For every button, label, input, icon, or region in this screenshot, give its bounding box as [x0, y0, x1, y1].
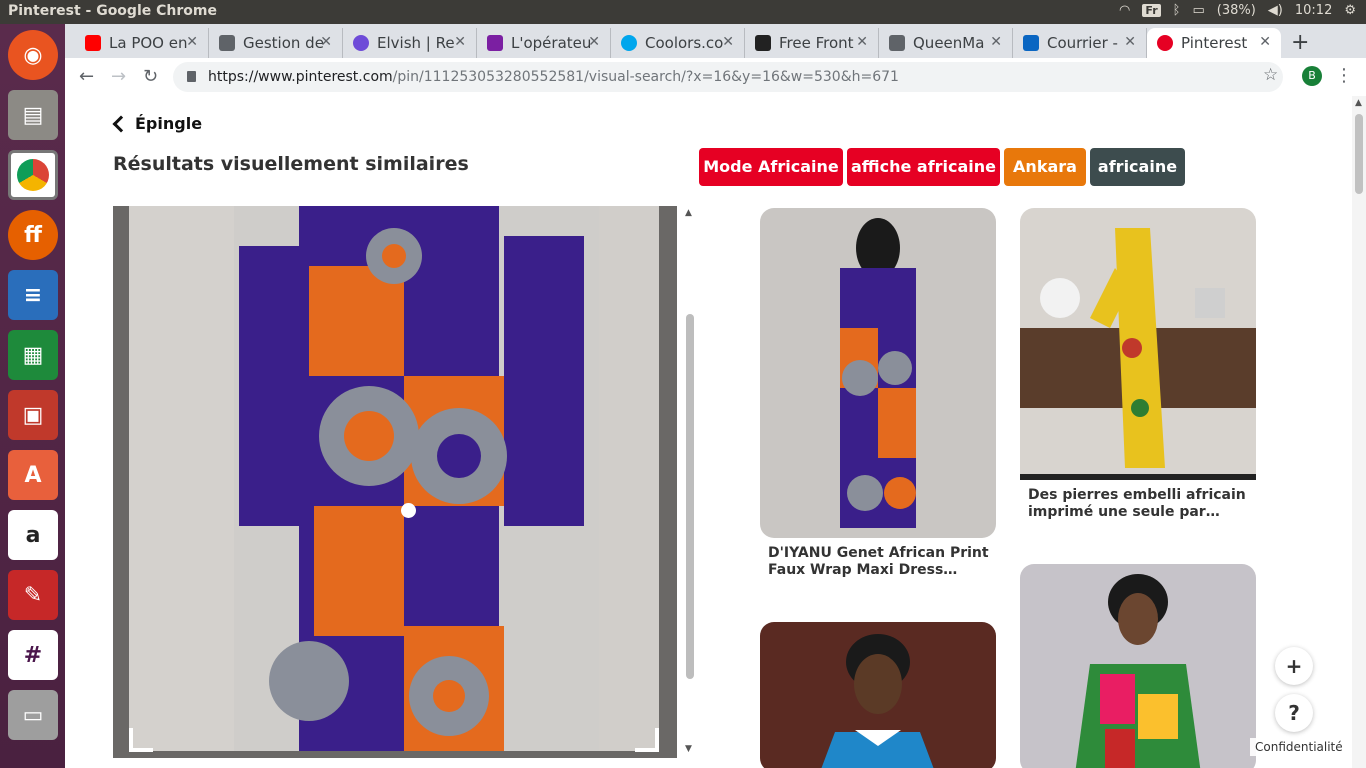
profile-avatar[interactable]: B	[1302, 66, 1322, 86]
pin-caption-2[interactable]: Des pierres embelli africain imprimé une…	[1028, 487, 1264, 521]
address-bar[interactable]: https://www.pinterest.com/pin/1112530532…	[173, 62, 1283, 92]
visual-search-dot[interactable]	[401, 503, 416, 518]
ubuntu-launcher: ◉ ▤ ff ≡ ▦ ▣ A a ✎ # ▭	[0, 24, 65, 768]
outlook-icon	[1023, 35, 1039, 51]
back-label: Épingle	[135, 114, 203, 133]
chip-affiche-africaine[interactable]: affiche africaine	[847, 148, 1000, 186]
crop-corner-bottom-left[interactable]	[129, 728, 153, 752]
url-path: /pin/111253053280552581/visual-search/?x…	[392, 69, 899, 85]
slack-icon[interactable]: #	[8, 630, 58, 680]
browser-toolbar: ← → ↻ https://www.pinterest.com/pin/1112…	[65, 58, 1366, 96]
chip-africaine[interactable]: africaine	[1090, 148, 1185, 186]
close-icon[interactable]: ✕	[454, 34, 466, 50]
page-scrollbar[interactable]: ▲	[1352, 96, 1366, 768]
tab-pinterest[interactable]: Pinterest ✕	[1147, 28, 1281, 58]
crop-corner-bottom-right[interactable]	[635, 728, 659, 752]
url-domain: https://www.pinterest.com	[208, 69, 393, 85]
close-icon[interactable]: ✕	[722, 34, 734, 50]
close-icon[interactable]: ✕	[186, 34, 198, 50]
pin-card-4[interactable]	[1020, 564, 1256, 768]
scroll-up-arrow-icon[interactable]: ▲	[685, 208, 692, 218]
browser-tab-strip: La POO en ✕ Gestion de ✕ Elvish | Re ✕ L'op…	[65, 24, 1366, 96]
new-tab-plus-icon[interactable]: +	[1291, 30, 1309, 55]
software-center-icon[interactable]: A	[8, 450, 58, 500]
reload-icon[interactable]: ↻	[143, 66, 158, 87]
system-status-area: ◠ Fr ᛒ ▭ (38%) ◀) 10:12 ⚙	[1119, 3, 1356, 18]
pinterest-page: Épingle Résultats visuellement similaire…	[65, 96, 1352, 768]
viewer-scroll-thumb[interactable]	[686, 314, 694, 679]
close-icon[interactable]: ✕	[320, 34, 332, 50]
calc-icon[interactable]: ▦	[8, 330, 58, 380]
elvish-icon	[353, 35, 369, 51]
lock-icon[interactable]	[187, 71, 196, 82]
pinterest-icon	[1157, 35, 1173, 51]
chrome-icon[interactable]	[8, 150, 58, 200]
free-frontend-icon	[755, 35, 771, 51]
back-arrow-icon[interactable]: ←	[79, 66, 94, 87]
file-cabinet-icon[interactable]: ▤	[8, 90, 58, 140]
tab-operateur[interactable]: L'opérateu ✕	[477, 28, 611, 58]
pin-card-2[interactable]	[1020, 208, 1256, 480]
forward-arrow-icon[interactable]: →	[111, 66, 126, 87]
help-button[interactable]: ?	[1275, 694, 1313, 732]
document-icon	[889, 35, 905, 51]
page-scroll-thumb[interactable]	[1355, 114, 1363, 194]
system-top-bar: Pinterest - Google Chrome ◠ Fr ᛒ ▭ (38%)…	[0, 0, 1366, 24]
battery-icon[interactable]: ▭	[1192, 3, 1204, 18]
close-icon[interactable]: ✕	[990, 34, 1002, 50]
viewer-scrollbar[interactable]: ▲ ▼	[683, 206, 697, 758]
document-icon	[219, 35, 235, 51]
visual-search-viewer[interactable]	[113, 206, 677, 758]
window-title: Pinterest - Google Chrome	[8, 3, 217, 19]
coolors-icon	[621, 35, 637, 51]
tab-queenma[interactable]: QueenMa ✕	[879, 28, 1013, 58]
operateur-icon	[487, 35, 503, 51]
pin-card-3[interactable]	[760, 622, 996, 768]
system-tools-icon[interactable]: ✎	[8, 570, 58, 620]
dress-photo	[129, 206, 659, 751]
keyboard-layout-indicator[interactable]: Fr	[1142, 4, 1161, 17]
close-icon[interactable]: ✕	[1259, 34, 1271, 50]
tab-gestion[interactable]: Gestion de ✕	[209, 28, 343, 58]
chip-mode-africaine[interactable]: Mode Africaine	[699, 148, 843, 186]
bookmark-star-icon[interactable]: ☆	[1263, 65, 1278, 85]
pin-caption-1[interactable]: D'IYANU Genet African Print Faux Wrap Ma…	[768, 545, 1004, 579]
tab-free-front[interactable]: Free Front ✕	[745, 28, 879, 58]
chip-ankara[interactable]: Ankara	[1004, 148, 1086, 186]
writer-icon[interactable]: ≡	[8, 270, 58, 320]
scanner-icon[interactable]: ▭	[8, 690, 58, 740]
youtube-icon	[85, 35, 101, 51]
volume-icon[interactable]: ◀)	[1268, 3, 1283, 18]
close-icon[interactable]: ✕	[856, 34, 868, 50]
add-plus-button[interactable]: +	[1275, 647, 1313, 685]
privacy-link[interactable]: Confidentialité	[1250, 738, 1348, 756]
settings-gear-icon[interactable]: ⚙	[1344, 3, 1356, 18]
tab-la-poo[interactable]: La POO en ✕	[75, 28, 209, 58]
back-to-pin-link[interactable]: Épingle	[111, 114, 202, 133]
tab-courrier[interactable]: Courrier - ✕	[1013, 28, 1147, 58]
pin-card-1[interactable]	[760, 208, 996, 538]
tab-coolors[interactable]: Coolors.co ✕	[611, 28, 745, 58]
scroll-down-arrow-icon[interactable]: ▼	[685, 744, 692, 754]
wifi-icon[interactable]: ◠	[1119, 3, 1130, 18]
page-title: Résultats visuellement similaires	[113, 153, 469, 175]
close-icon[interactable]: ✕	[588, 34, 600, 50]
bluetooth-icon[interactable]: ᛒ	[1173, 3, 1181, 18]
ubuntu-logo-icon[interactable]: ◉	[8, 30, 58, 80]
close-icon[interactable]: ✕	[1124, 34, 1136, 50]
tab-elvish[interactable]: Elvish | Re ✕	[343, 28, 477, 58]
chevron-left-icon	[112, 115, 130, 132]
clock[interactable]: 10:12	[1295, 3, 1332, 18]
browser-menu-icon[interactable]: ⋮	[1335, 65, 1353, 86]
amazon-icon[interactable]: a	[8, 510, 58, 560]
battery-percentage: (38%)	[1216, 3, 1256, 18]
page-scroll-up-arrow-icon[interactable]: ▲	[1355, 98, 1362, 108]
firefox-icon[interactable]: ff	[8, 210, 58, 260]
impress-icon[interactable]: ▣	[8, 390, 58, 440]
